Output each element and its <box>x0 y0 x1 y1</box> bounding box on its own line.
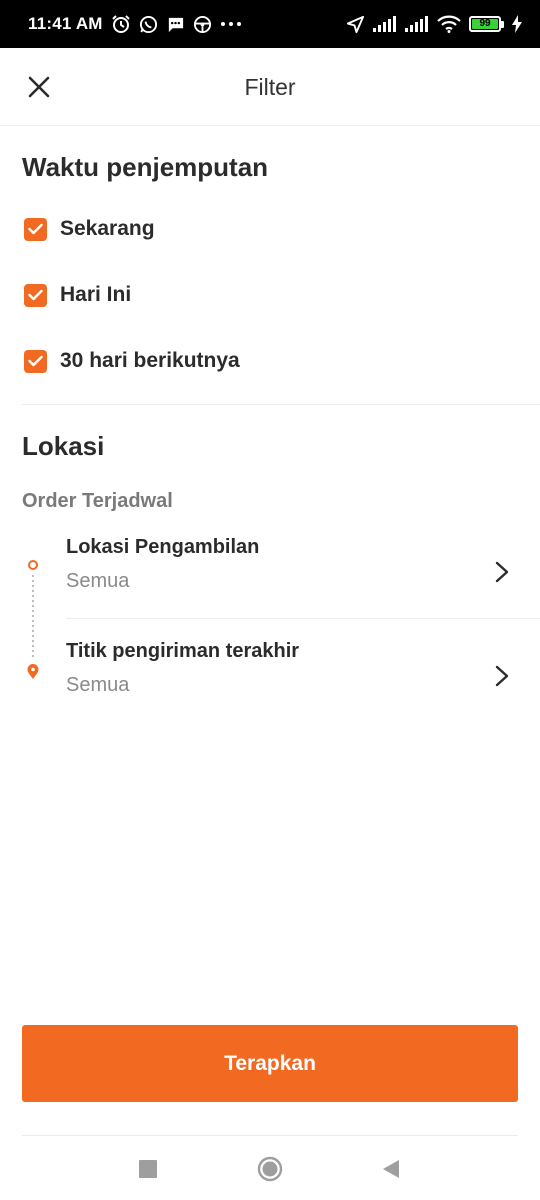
location-arrow-icon <box>346 15 365 34</box>
wifi-icon <box>437 15 461 33</box>
battery-level: 99 <box>472 19 498 29</box>
checkbox-checked[interactable] <box>24 349 47 373</box>
apply-button[interactable]: Terapkan <box>22 1025 518 1102</box>
pickup-option-label: Hari Ini <box>60 283 132 306</box>
status-time: 11:41 AM <box>28 14 103 33</box>
message-icon <box>166 15 185 34</box>
pickup-location-row[interactable]: Lokasi Pengambilan Semua <box>66 536 540 626</box>
steering-wheel-icon <box>193 15 212 34</box>
scheduled-order-subheading: Order Terjadwal <box>22 490 173 512</box>
check-icon <box>28 355 43 367</box>
origin-dot-icon <box>28 560 38 570</box>
status-bar: 11:41 AM 99 <box>0 0 540 48</box>
home-button[interactable] <box>255 1154 285 1184</box>
alarm-icon <box>111 14 131 34</box>
chevron-right-icon <box>495 561 509 583</box>
page-title: Filter <box>244 74 296 100</box>
pickup-option-label: 30 hari berikutnya <box>60 349 240 372</box>
location-title: Lokasi <box>22 431 105 461</box>
route-timeline <box>27 560 39 679</box>
check-icon <box>28 289 43 301</box>
signal-icon <box>405 16 429 32</box>
system-nav-bar <box>0 1136 540 1200</box>
chevron-right-icon <box>495 665 509 687</box>
checkbox-checked[interactable] <box>24 217 47 241</box>
section-divider <box>22 404 540 405</box>
battery-icon: 99 <box>469 16 504 32</box>
status-right: 99 <box>346 15 522 34</box>
signal-icon <box>373 16 397 32</box>
header: Filter <box>0 48 540 126</box>
pickup-location-title: Lokasi Pengambilan <box>66 536 260 558</box>
last-dropoff-row[interactable]: Titik pengiriman terakhir Semua <box>66 640 540 730</box>
whatsapp-icon <box>139 15 158 34</box>
pickup-time-title: Waktu penjemputan <box>22 152 269 182</box>
row-divider <box>66 618 540 619</box>
checkbox-checked[interactable] <box>24 283 47 307</box>
back-triangle-icon <box>383 1160 399 1178</box>
last-dropoff-title: Titik pengiriman terakhir <box>66 640 300 662</box>
home-circle-icon <box>257 1156 283 1182</box>
more-dots-icon <box>220 21 242 27</box>
pickup-option-sekarang[interactable]: Sekarang <box>24 217 155 241</box>
destination-pin-icon <box>27 664 39 679</box>
status-left: 11:41 AM <box>28 14 242 34</box>
pickup-option-30-hari[interactable]: 30 hari berikutnya <box>24 349 240 373</box>
recents-button[interactable] <box>133 1154 163 1184</box>
back-button[interactable] <box>376 1154 406 1184</box>
check-icon <box>28 223 43 235</box>
pickup-location-value: Semua <box>66 570 130 592</box>
last-dropoff-value: Semua <box>66 674 130 696</box>
charging-icon <box>512 15 522 33</box>
square-icon <box>139 1160 157 1178</box>
pickup-option-hari-ini[interactable]: Hari Ini <box>24 283 131 307</box>
pickup-option-label: Sekarang <box>60 217 155 240</box>
